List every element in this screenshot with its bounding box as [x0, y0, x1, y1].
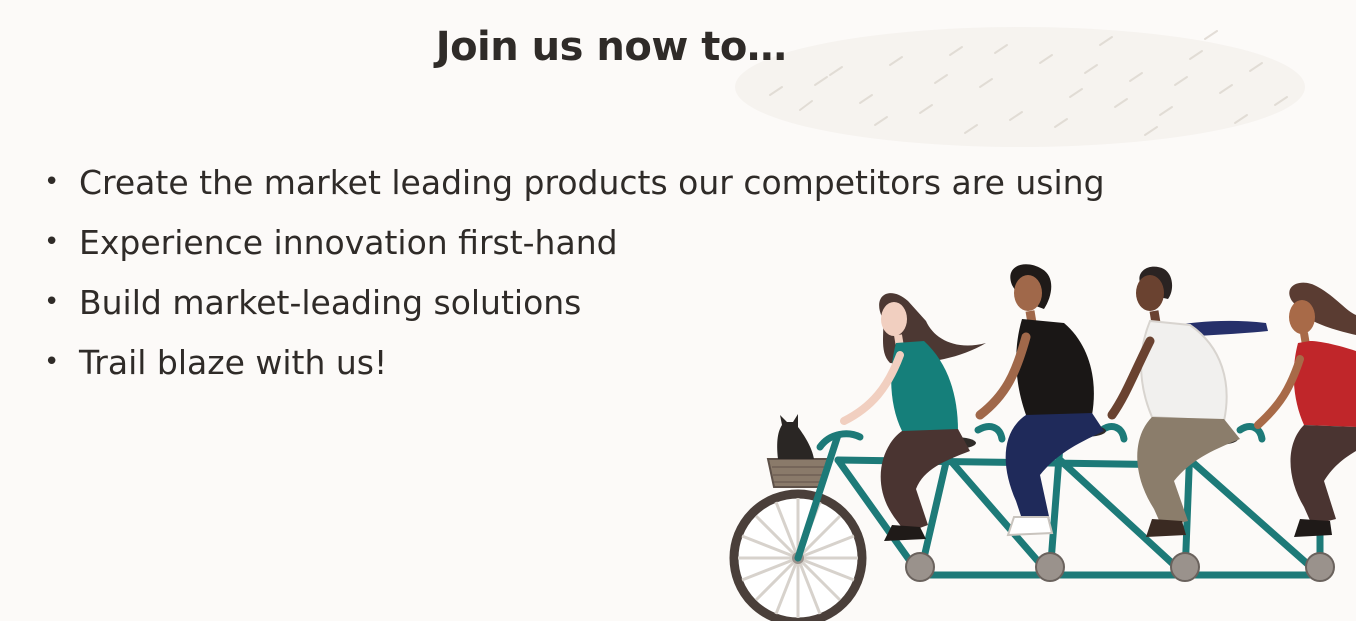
slide-title: Join us now to… [435, 24, 787, 70]
bullet-text: Trail blaze with us! [79, 342, 388, 382]
rider-icon [975, 264, 1104, 537]
tandem-bicycle-illustration-icon [729, 264, 1356, 621]
bullet-text: Build market-leading solutions [79, 282, 582, 322]
bullet-text: Experience innovation first-hand [79, 222, 618, 262]
slide: Join us now to… • Create the market lead… [0, 0, 1356, 621]
cat-icon [777, 414, 814, 459]
bullet-text: Create the market leading products our c… [79, 162, 1105, 202]
bullet-dot: • [44, 287, 60, 317]
rider-icon [1254, 282, 1356, 537]
bullet-dot: • [44, 347, 60, 377]
bullet-dot: • [44, 227, 60, 257]
bullet-dot: • [44, 167, 60, 197]
bullet-item: • Create the market leading products our… [44, 152, 1105, 212]
